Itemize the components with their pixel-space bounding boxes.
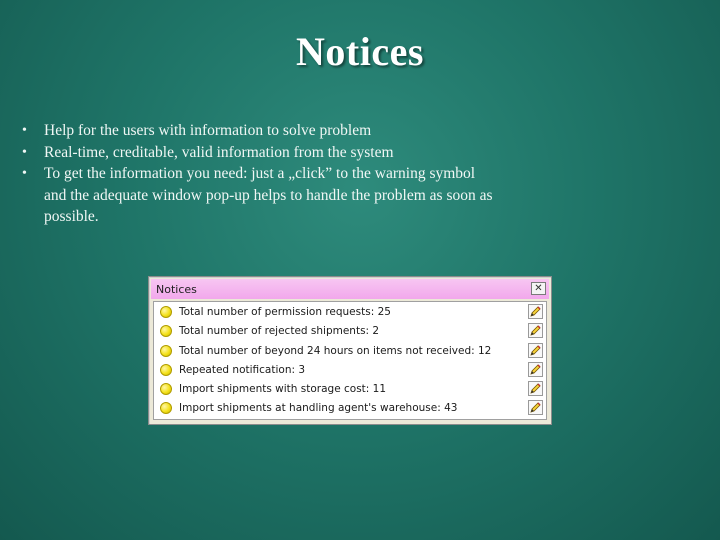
yellow-bulb-icon	[160, 402, 172, 415]
yellow-bulb-icon	[160, 344, 172, 357]
yellow-bulb-icon	[160, 325, 172, 338]
bullet-list: • Help for the users with information to…	[20, 120, 500, 228]
notice-label: Total number of beyond 24 hours on items…	[179, 344, 492, 357]
notice-label: Repeated notification: 3	[179, 363, 306, 376]
pencil-edit-icon[interactable]	[528, 342, 543, 358]
notice-item: Import shipments with storage cost: 11	[154, 379, 546, 398]
bullet-dot-icon: •	[22, 123, 27, 138]
notice-list: Total number of permission requests: 25 …	[153, 301, 547, 420]
slide-title: Notices	[296, 29, 424, 74]
notice-label: Import shipments at handling agent's war…	[179, 402, 458, 415]
pencil-edit-icon[interactable]	[528, 400, 543, 416]
notice-item: Total number of permission requests: 25	[154, 302, 546, 321]
notice-item: Total number of rejected shipments: 2	[154, 321, 546, 340]
bullet-item: • Real-time, creditable, valid informati…	[20, 142, 500, 164]
notices-window: Notices ✕ Total number of permission req…	[148, 276, 552, 425]
yellow-bulb-icon	[160, 306, 172, 318]
pencil-edit-icon[interactable]	[528, 361, 543, 377]
notice-item: Total number of beyond 24 hours on items…	[154, 341, 546, 360]
close-icon: ✕	[534, 283, 543, 294]
bullet-text: Real-time, creditable, valid information…	[44, 143, 394, 161]
pencil-edit-icon[interactable]	[528, 323, 543, 339]
pencil-edit-icon[interactable]	[528, 304, 543, 319]
notice-label: Total number of permission requests: 25	[179, 306, 391, 318]
bullet-dot-icon: •	[22, 166, 27, 181]
notice-label: Total number of rejected shipments: 2	[179, 325, 380, 338]
bullet-text: To get the information you need: just a …	[44, 165, 493, 225]
notice-item: Import shipments at handling agent's war…	[154, 398, 546, 417]
window-title: Notices	[156, 283, 197, 296]
notice-label: Import shipments with storage cost: 11	[179, 383, 387, 396]
bullet-text: Help for the users with information to s…	[44, 122, 372, 139]
notice-item: Repeated notification: 3	[154, 360, 546, 379]
close-button[interactable]: ✕	[531, 282, 546, 295]
bullet-item: • Help for the users with information to…	[20, 120, 500, 142]
yellow-bulb-icon	[160, 383, 172, 396]
bullet-item: • To get the information you need: just …	[20, 163, 500, 228]
bullet-dot-icon: •	[22, 144, 27, 160]
yellow-bulb-icon	[160, 363, 172, 376]
window-titlebar[interactable]: Notices ✕	[151, 279, 549, 299]
pencil-edit-icon[interactable]	[528, 381, 543, 397]
